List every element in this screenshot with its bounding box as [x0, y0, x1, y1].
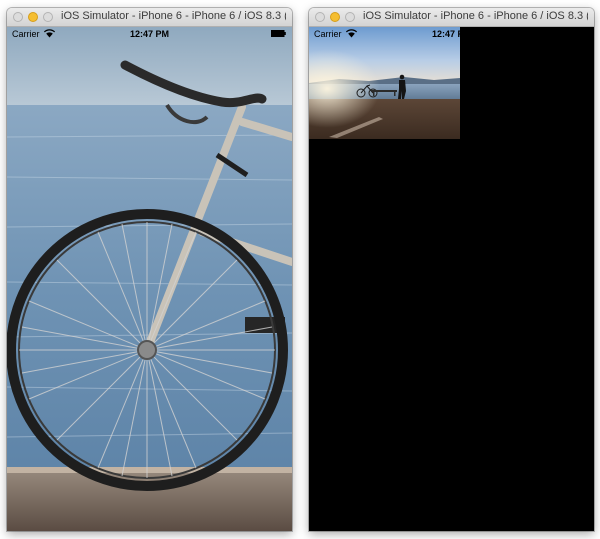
thumbnail-photo [309, 27, 460, 139]
zoom-icon[interactable] [43, 12, 53, 22]
status-time: 12:47 PM [431, 29, 472, 39]
bicycle-photo [7, 27, 292, 531]
simulator-window-left[interactable]: iOS Simulator - iPhone 6 - iPhone 6 / iO… [7, 8, 292, 531]
status-bar: Carrier 12:47 PM [309, 27, 594, 42]
window-titlebar[interactable]: iOS Simulator - iPhone 6 - iPhone 6 / iO… [309, 8, 594, 27]
simulator-screen[interactable]: Carrier 12:47 PM [309, 27, 594, 531]
close-icon[interactable] [13, 12, 23, 22]
window-titlebar[interactable]: iOS Simulator - iPhone 6 - iPhone 6 / iO… [7, 8, 292, 27]
status-time: 12:47 PM [129, 29, 170, 39]
window-title: iOS Simulator - iPhone 6 - iPhone 6 / iO… [363, 10, 588, 22]
battery-icon [271, 30, 286, 37]
close-icon[interactable] [315, 12, 325, 22]
simulator-screen[interactable]: Carrier 12:47 PM [7, 27, 292, 531]
window-title: iOS Simulator - iPhone 6 - iPhone 6 / iO… [61, 10, 286, 22]
simulator-window-right[interactable]: iOS Simulator - iPhone 6 - iPhone 6 / iO… [309, 8, 594, 531]
minimize-icon[interactable] [28, 12, 38, 22]
minimize-icon[interactable] [330, 12, 340, 22]
zoom-icon[interactable] [345, 12, 355, 22]
status-bar: Carrier 12:47 PM [7, 27, 292, 42]
